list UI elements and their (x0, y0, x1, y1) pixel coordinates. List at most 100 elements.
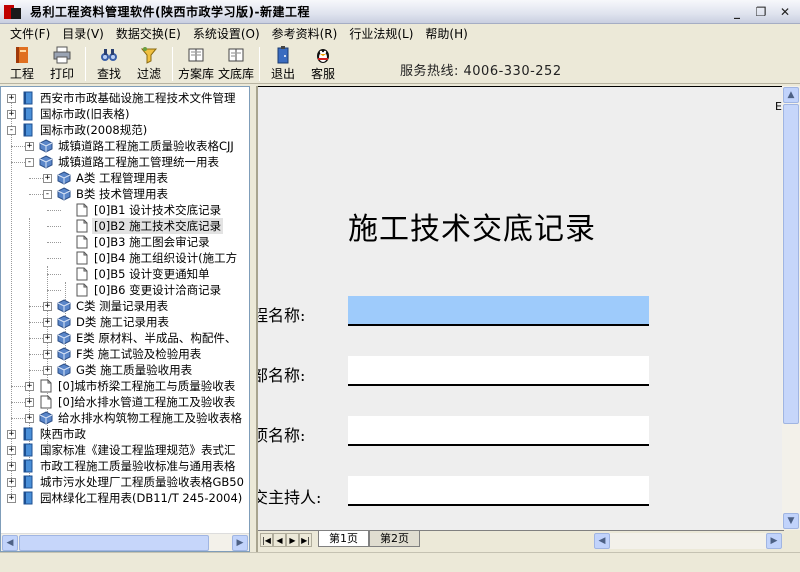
item-name-field[interactable] (348, 416, 649, 446)
tree-node[interactable]: [0]B2 施工技术交底记录 (61, 218, 224, 234)
tree-connector (47, 226, 61, 227)
menu-reference[interactable]: 参考资料(R) (266, 24, 344, 44)
collapse-toggle-icon[interactable]: - (25, 157, 34, 167)
expand-toggle-icon[interactable]: + (7, 429, 16, 439)
tree-node[interactable]: + 国标市政(旧表格) (7, 106, 131, 122)
expand-toggle-icon[interactable]: + (25, 413, 34, 423)
tree-node[interactable]: [0]B4 施工组织设计(施工方 (61, 250, 239, 266)
tree-node[interactable]: [0]B1 设计技术交底记录 (61, 202, 223, 218)
category-cube-icon (57, 347, 71, 361)
app-logo-icon (4, 3, 22, 21)
prev-sheet-icon[interactable]: ◀ (273, 533, 286, 547)
tree-node-label: A类 工程管理用表 (76, 171, 169, 185)
expand-toggle-icon[interactable]: + (25, 381, 34, 391)
solution-library-button[interactable]: 方案库 (176, 44, 216, 82)
minimize-button[interactable]: _ (726, 3, 748, 21)
tree-node[interactable]: + 国家标准《建设工程监理规范》表式汇 (7, 442, 238, 458)
catalog-tree[interactable]: + 西安市市政基础设施工程技术文件管理 + 国标市政(旧表格) - 国标市政(2008规范… (1, 87, 249, 533)
tree-node[interactable]: + C类 测量记录用表 (43, 298, 170, 314)
expand-toggle-icon[interactable]: + (43, 349, 52, 359)
expand-toggle-icon[interactable]: + (7, 93, 16, 103)
tree-node[interactable]: + D类 施工记录用表 (43, 314, 171, 330)
expand-toggle-icon[interactable]: + (7, 461, 16, 471)
sheet-scroll-left-icon[interactable]: ◀ (594, 533, 610, 549)
expand-toggle-icon[interactable]: + (7, 445, 16, 455)
tree-node-label: 市政工程施工质量验收标准与通用表格 (40, 459, 236, 473)
first-sheet-icon[interactable]: |◀ (260, 533, 273, 547)
tree-node[interactable]: + E类 原材料、半成品、构配件、 (43, 330, 238, 346)
collapse-toggle-icon[interactable]: - (7, 125, 16, 135)
tree-connector (11, 146, 25, 147)
last-sheet-icon[interactable]: ▶| (299, 533, 312, 547)
document-scroll-thumb[interactable] (783, 104, 799, 424)
expand-toggle-icon[interactable]: + (7, 109, 16, 119)
tree-node[interactable]: + 市政工程施工质量验收标准与通用表格 (7, 458, 238, 474)
sheet-scroll-right-icon[interactable]: ▶ (766, 533, 782, 549)
scroll-up-icon[interactable]: ▲ (783, 87, 799, 103)
tree-node[interactable]: + 城市污水处理厂工程质量验收表格GB50 (7, 474, 246, 490)
tree-node[interactable]: + A类 工程管理用表 (43, 170, 170, 186)
collapse-toggle-icon[interactable]: - (43, 189, 52, 199)
tree-node[interactable]: - 国标市政(2008规范) (7, 122, 149, 138)
tree-horizontal-scrollbar[interactable]: ◀ ▶ (1, 533, 249, 551)
tree-scroll-thumb[interactable] (19, 535, 209, 551)
menu-regulations[interactable]: 行业法规(L) (343, 24, 419, 44)
tree-node-label: G类 施工质量验收用表 (76, 363, 193, 377)
tree-node-label: 国标市政(旧表格) (40, 107, 130, 121)
tree-connector (47, 242, 61, 243)
expand-toggle-icon[interactable]: + (7, 477, 16, 487)
restore-button[interactable]: ❐ (750, 3, 772, 21)
expand-toggle-icon[interactable]: + (25, 397, 34, 407)
tree-node[interactable]: + 城镇道路工程施工质量验收表格CJJ (25, 138, 236, 154)
exit-button[interactable]: 退出 (263, 44, 303, 82)
binoculars-icon (101, 49, 117, 61)
menu-settings[interactable]: 系统设置(O) (187, 24, 266, 44)
tree-node[interactable]: [0]B6 变更设计洽商记录 (61, 282, 223, 298)
menu-file[interactable]: 文件(F) (4, 24, 56, 44)
expand-toggle-icon[interactable]: + (43, 365, 52, 375)
tree-node[interactable]: + 陕西市政 (7, 426, 88, 442)
tree-node[interactable]: + 西安市市政基础设施工程技术文件管理 (7, 90, 238, 106)
menu-catalog[interactable]: 目录(V) (56, 24, 110, 44)
project-name-field[interactable] (348, 296, 649, 326)
close-button[interactable]: ✕ (774, 3, 796, 21)
document-library-button[interactable]: 文底库 (216, 44, 256, 82)
scroll-left-icon[interactable]: ◀ (2, 535, 18, 551)
tree-node-label: [0]给水排水管道工程施工及验收表 (58, 395, 236, 409)
presenter-field[interactable] (348, 476, 649, 506)
tree-node[interactable]: + 给水排水构筑物工程施工及验收表格 (25, 410, 244, 426)
expand-toggle-icon[interactable]: + (25, 141, 34, 151)
expand-toggle-icon[interactable]: + (43, 333, 52, 343)
sheet-horizontal-scrollbar[interactable]: ◀ ▶ (594, 533, 782, 549)
tab-sheet-2[interactable]: 第2页 (369, 531, 420, 547)
tree-node[interactable]: - 城镇道路工程施工管理统一用表 (25, 154, 221, 170)
tree-node[interactable]: + [0]给水排水管道工程施工及验收表 (25, 394, 237, 410)
project-button[interactable]: 工程 (2, 44, 42, 82)
document-vertical-scrollbar[interactable]: ▲ ▼ (782, 86, 800, 530)
tree-node[interactable]: + 园林绿化工程用表(DB11/T 245-2004) (7, 490, 244, 506)
tree-node-label: 西安市市政基础设施工程技术文件管理 (40, 91, 236, 105)
expand-toggle-icon[interactable]: + (43, 301, 52, 311)
tree-connector (29, 322, 43, 323)
scroll-down-icon[interactable]: ▼ (783, 513, 799, 529)
customer-service-button[interactable]: 客服 (303, 44, 343, 82)
part-name-field[interactable] (348, 356, 649, 386)
tab-sheet-1[interactable]: 第1页 (318, 531, 369, 547)
tree-node[interactable]: [0]B5 设计变更通知单 (61, 266, 212, 282)
find-button[interactable]: 查找 (89, 44, 129, 82)
tree-node[interactable]: + [0]城市桥梁工程施工与质量验收表 (25, 378, 237, 394)
tree-node[interactable]: + F类 施工试验及检验用表 (43, 346, 203, 362)
next-sheet-icon[interactable]: ▶ (286, 533, 299, 547)
tree-node[interactable]: [0]B3 施工图会审记录 (61, 234, 212, 250)
expand-toggle-icon[interactable]: + (7, 493, 16, 503)
tree-node[interactable]: + G类 施工质量验收用表 (43, 362, 194, 378)
tree-node[interactable]: - B类 技术管理用表 (43, 186, 170, 202)
scroll-right-icon[interactable]: ▶ (232, 535, 248, 551)
folder-book-icon (21, 91, 35, 105)
menu-help[interactable]: 帮助(H) (419, 24, 473, 44)
print-button[interactable]: 打印 (42, 44, 82, 82)
menu-data-exchange[interactable]: 数据交换(E) (110, 24, 187, 44)
expand-toggle-icon[interactable]: + (43, 317, 52, 327)
expand-toggle-icon[interactable]: + (43, 173, 52, 183)
filter-button[interactable]: 过滤 (129, 44, 169, 82)
